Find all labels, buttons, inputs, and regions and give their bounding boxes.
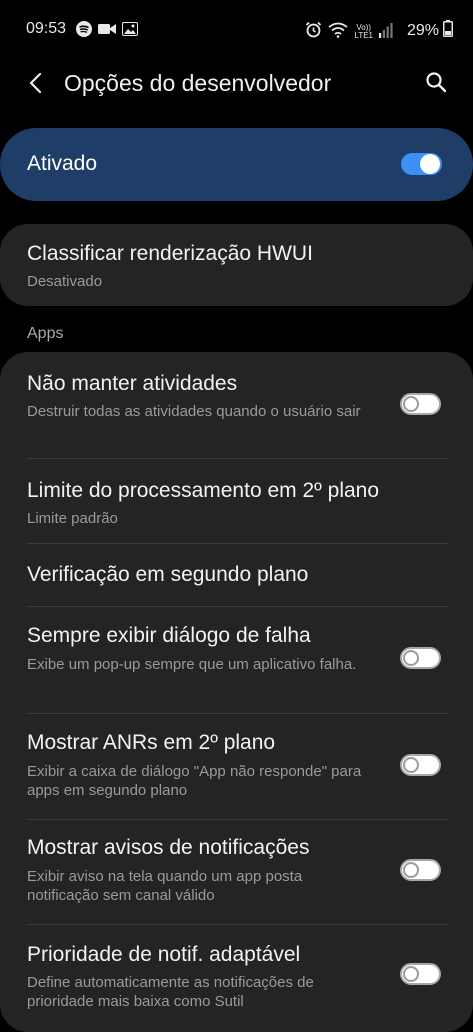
toggle-knob: [403, 396, 419, 412]
wifi-icon: [328, 22, 349, 43]
toggle-knob: [403, 966, 419, 982]
setting-adaptive-notification-priority[interactable]: Prioridade de notif. adaptável Define au…: [0, 925, 473, 1032]
setting-title: Classificar renderização HWUI: [27, 242, 313, 265]
signal-icon: [379, 22, 393, 43]
dont-keep-activities-toggle[interactable]: [400, 393, 441, 415]
apps-card: Não manter atividades Destruir todas as …: [0, 352, 473, 1032]
alarm-icon: [305, 21, 322, 43]
setting-show-background-anrs[interactable]: Mostrar ANRs em 2º plano Exibir a caixa …: [0, 714, 473, 819]
setting-title: Mostrar avisos de notificações: [27, 836, 310, 859]
volte-lte-icon: Vo)) LTE1: [354, 24, 373, 40]
setting-hwui-rendering[interactable]: Classificar renderização HWUI Desativado: [0, 224, 473, 306]
battery-icon: [443, 20, 453, 42]
setting-subtitle: Destruir todas as atividades quando o us…: [27, 403, 361, 420]
status-bar: 09:53 Vo)) LTE1 29%: [0, 0, 473, 56]
toggle-knob: [420, 154, 440, 174]
status-time: 09:53: [26, 20, 67, 37]
setting-background-check[interactable]: Verificação em segundo plano: [0, 544, 473, 606]
battery-percent: 29%: [406, 22, 439, 39]
setting-background-process-limit[interactable]: Limite do processamento em 2º plano Limi…: [0, 459, 473, 543]
setting-subtitle: Desativado: [27, 273, 103, 290]
setting-title: Não manter atividades: [27, 372, 238, 395]
master-toggle[interactable]: [401, 153, 442, 175]
setting-title: Prioridade de notif. adaptável: [27, 943, 301, 966]
video-camera-icon: [98, 22, 116, 41]
hwui-card: Classificar renderização HWUI Desativado: [0, 224, 473, 306]
setting-title: Verificação em segundo plano: [27, 563, 309, 586]
app-header: Opções do desenvolvedor: [0, 56, 473, 112]
show-background-anrs-toggle[interactable]: [400, 754, 441, 776]
notification-channel-warnings-toggle[interactable]: [400, 859, 441, 881]
toggle-knob: [403, 757, 419, 773]
setting-title: Mostrar ANRs em 2º plano: [27, 731, 276, 754]
toggle-knob: [403, 862, 419, 878]
setting-dont-keep-activities[interactable]: Não manter atividades Destruir todas as …: [0, 352, 473, 458]
spotify-icon: [76, 21, 92, 42]
search-icon[interactable]: [425, 71, 447, 93]
back-arrow-icon[interactable]: [26, 71, 46, 95]
setting-subtitle: Exibir aviso na tela quando um app posta…: [27, 868, 303, 904]
setting-subtitle: Define automaticamente as notificações d…: [27, 974, 314, 1010]
section-header-apps: Apps: [27, 325, 64, 342]
setting-subtitle: Exibir a caixa de diálogo "App não respo…: [27, 763, 362, 799]
page-title: Opções do desenvolvedor: [64, 70, 332, 96]
setting-subtitle: Limite padrão: [27, 510, 118, 527]
gallery-icon: [122, 22, 138, 41]
setting-show-crash-dialog[interactable]: Sempre exibir diálogo de falha Exibe um …: [0, 607, 473, 713]
setting-subtitle: Exibe um pop-up sempre que um aplicativo…: [27, 656, 357, 673]
lte-label: LTE1: [354, 31, 373, 40]
setting-title: Sempre exibir diálogo de falha: [27, 624, 311, 647]
setting-notification-channel-warnings[interactable]: Mostrar avisos de notificações Exibir av…: [0, 820, 473, 924]
setting-title: Limite do processamento em 2º plano: [27, 479, 380, 502]
master-switch-label: Ativado: [27, 152, 98, 175]
master-switch-bar[interactable]: Ativado: [0, 128, 473, 201]
toggle-knob: [403, 650, 419, 666]
adaptive-notification-priority-toggle[interactable]: [400, 963, 441, 985]
show-crash-dialog-toggle[interactable]: [400, 647, 441, 669]
